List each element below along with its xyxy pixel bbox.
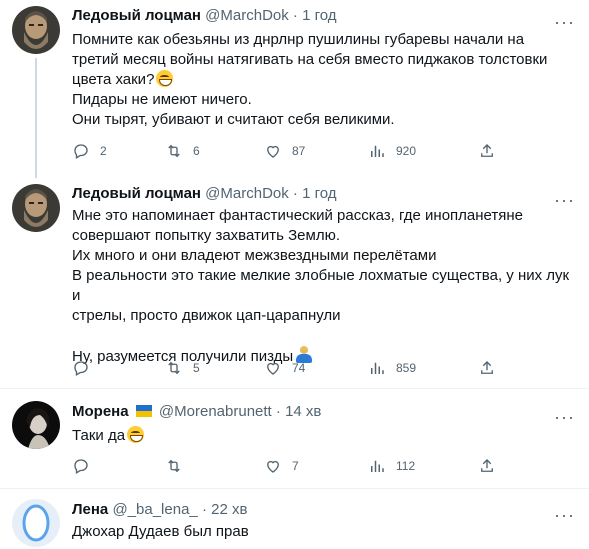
text-line: Таки да bbox=[72, 426, 577, 446]
author-handle[interactable]: @Morenabrunett bbox=[159, 403, 272, 420]
views-button[interactable]: 112 bbox=[368, 457, 415, 475]
view-count: 112 bbox=[396, 459, 416, 473]
text-line: Они тырят, убивают и считают себя велики… bbox=[72, 111, 395, 128]
tweet-actions: 5 74 859 bbox=[72, 358, 502, 378]
tweet-text: Мне это напоминает фантастический расска… bbox=[72, 206, 577, 367]
share-button[interactable] bbox=[478, 359, 496, 377]
separator: · bbox=[275, 403, 281, 420]
like-button[interactable]: 87 bbox=[264, 142, 305, 160]
text-line: Помните как обезьяны из днрлнр пушилины … bbox=[72, 31, 525, 48]
share-icon bbox=[481, 361, 493, 374]
tweet-text: Джохар Дудаев был прав bbox=[72, 522, 577, 542]
like-button[interactable]: 74 bbox=[264, 359, 305, 377]
reply-icon bbox=[74, 459, 88, 474]
retweet-icon bbox=[168, 144, 180, 158]
author-handle[interactable]: @MarchDok bbox=[205, 185, 289, 202]
separator: · bbox=[292, 7, 298, 24]
share-button[interactable] bbox=[478, 142, 496, 160]
reply-button[interactable] bbox=[72, 359, 100, 377]
author-handle[interactable]: @MarchDok bbox=[205, 7, 289, 24]
text-line: цвета хаки? bbox=[72, 70, 577, 90]
avatar[interactable] bbox=[12, 6, 60, 54]
tweet-4[interactable]: Лена @_ba_lena_ · 22 хв ··· Джохар Дудае… bbox=[0, 489, 589, 549]
text-line: Пидары не имеют ничего. bbox=[72, 91, 252, 108]
retweet-count: 6 bbox=[193, 144, 200, 158]
tweet-header: Лена @_ba_lena_ · 22 хв bbox=[72, 500, 247, 520]
tweet-text: Таки да bbox=[72, 426, 577, 446]
text-line: стрелы, просто движок цап-царапнули bbox=[72, 307, 341, 324]
retweet-icon bbox=[168, 459, 180, 473]
timestamp[interactable]: 22 хв bbox=[211, 501, 247, 518]
tweet-header: Ледовый лоцман @MarchDok · 1 год bbox=[72, 184, 337, 204]
like-count: 7 bbox=[292, 459, 299, 473]
timestamp[interactable]: 14 хв bbox=[285, 403, 321, 420]
tweet-text: Помните как обезьяны из днрлнр пушилины … bbox=[72, 30, 577, 130]
text-line: Джохар Дудаев был прав bbox=[72, 523, 249, 540]
share-icon bbox=[481, 144, 493, 157]
more-options-icon[interactable]: ··· bbox=[554, 408, 575, 426]
thread-line bbox=[35, 58, 37, 178]
tweet-header: Морена @Morenabrunett · 14 хв bbox=[72, 402, 321, 422]
author-name[interactable]: Морена bbox=[72, 403, 129, 420]
text-line: совершают попытку захватить Землю. bbox=[72, 227, 340, 244]
reply-button[interactable] bbox=[72, 457, 100, 475]
like-count: 87 bbox=[292, 144, 306, 158]
views-button[interactable]: 920 bbox=[368, 142, 416, 160]
ukraine-flag-icon bbox=[135, 405, 152, 417]
text-line: Мне это напоминает фантастический расска… bbox=[72, 207, 524, 224]
text-line: третий месяц войны натягивать на себя вм… bbox=[72, 51, 548, 68]
views-icon bbox=[371, 460, 384, 472]
tweet-actions: 2 6 87 920 bbox=[72, 141, 502, 161]
grinning-face-icon bbox=[156, 70, 174, 87]
like-count: 74 bbox=[292, 361, 306, 375]
reply-count: 2 bbox=[100, 144, 107, 158]
separator: · bbox=[201, 501, 207, 518]
tweet-1[interactable]: Ледовый лоцман @MarchDok · 1 год ··· Пом… bbox=[0, 0, 589, 178]
grinning-face-icon bbox=[127, 426, 145, 443]
view-count: 859 bbox=[396, 361, 417, 375]
reply-icon bbox=[74, 144, 88, 159]
avatar[interactable] bbox=[12, 401, 60, 449]
heart-icon bbox=[267, 362, 279, 375]
views-button[interactable]: 859 bbox=[368, 359, 416, 377]
author-name[interactable]: Ледовый лоцман bbox=[72, 7, 201, 24]
more-options-icon[interactable]: ··· bbox=[554, 13, 575, 31]
more-options-icon[interactable]: ··· bbox=[554, 506, 575, 524]
avatar[interactable] bbox=[12, 184, 60, 232]
text-line: Их много и они владеют межзвездными пере… bbox=[72, 247, 437, 264]
share-button[interactable] bbox=[478, 457, 496, 475]
retweet-button[interactable] bbox=[165, 457, 193, 475]
heart-icon bbox=[267, 460, 279, 473]
retweet-icon bbox=[168, 361, 180, 375]
text-line: В реальности это такие мелкие злобные ло… bbox=[72, 267, 570, 304]
tweet-2[interactable]: Ледовый лоцман @MarchDok · 1 год ··· Мне… bbox=[0, 178, 589, 384]
author-name[interactable]: Лена bbox=[72, 501, 108, 518]
more-options-icon[interactable]: ··· bbox=[554, 191, 575, 209]
separator: · bbox=[292, 185, 298, 202]
author-name[interactable]: Ледовый лоцман bbox=[72, 185, 201, 202]
like-button[interactable]: 7 bbox=[264, 457, 299, 475]
retweet-count: 5 bbox=[193, 361, 200, 375]
view-count: 920 bbox=[396, 144, 417, 158]
timestamp[interactable]: 1 год bbox=[302, 7, 336, 24]
views-icon bbox=[371, 362, 384, 374]
tweet-header: Ледовый лоцман @MarchDok · 1 год bbox=[72, 6, 337, 26]
author-handle[interactable]: @_ba_lena_ bbox=[112, 501, 197, 518]
tweet-3[interactable]: Морена @Morenabrunett · 14 хв ··· Таки д… bbox=[0, 389, 589, 485]
timestamp[interactable]: 1 год bbox=[302, 185, 336, 202]
avatar[interactable] bbox=[12, 499, 60, 547]
views-icon bbox=[371, 145, 384, 157]
retweet-button[interactable]: 5 bbox=[165, 359, 200, 377]
heart-icon bbox=[267, 145, 279, 158]
retweet-button[interactable]: 6 bbox=[165, 142, 200, 160]
reply-icon bbox=[74, 361, 88, 376]
tweet-actions: 7 112 bbox=[72, 456, 502, 476]
share-icon bbox=[481, 459, 493, 472]
reply-button[interactable]: 2 bbox=[72, 142, 107, 160]
